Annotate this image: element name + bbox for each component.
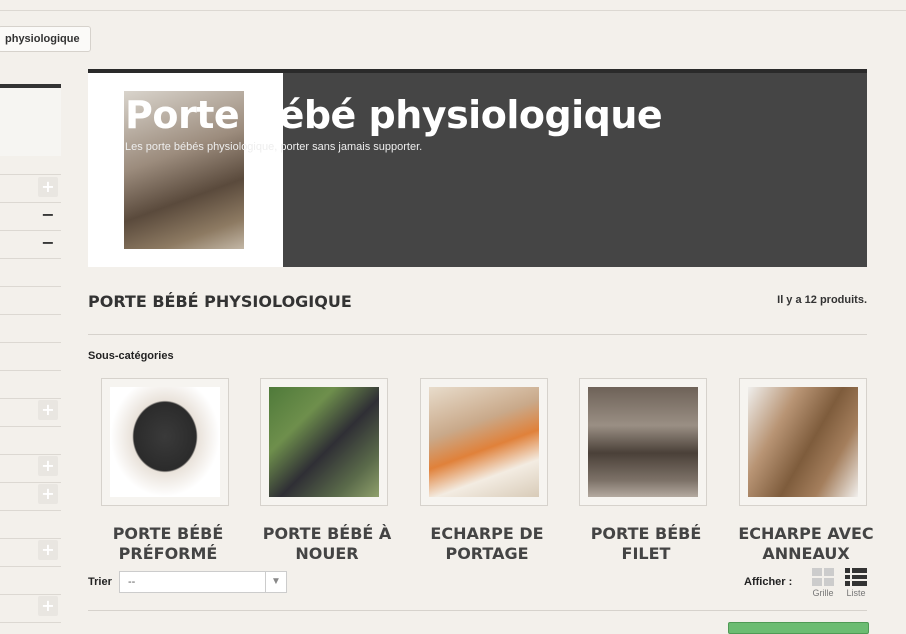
subcategory-image[interactable] bbox=[269, 387, 379, 497]
sidebar-divider bbox=[0, 230, 61, 231]
list-icon bbox=[845, 568, 867, 586]
sort-label: Trier bbox=[88, 576, 112, 588]
sidebar-expand-icon[interactable]: + bbox=[38, 596, 58, 616]
sidebar-divider bbox=[0, 594, 61, 595]
subcategory-name[interactable]: ECHARPE DE PORTAGE bbox=[407, 524, 567, 564]
top-divider bbox=[0, 10, 906, 11]
list-view-button[interactable]: Liste bbox=[843, 568, 869, 598]
subcategory-thumbnail[interactable] bbox=[101, 378, 229, 506]
category-banner: Porte bébé physiologique Les porte bébés… bbox=[88, 69, 867, 267]
sidebar-divider bbox=[0, 454, 61, 455]
sidebar-expand-icon[interactable]: + bbox=[38, 400, 58, 420]
subcategory-image[interactable] bbox=[429, 387, 539, 497]
sidebar-divider bbox=[0, 426, 61, 427]
sidebar-divider bbox=[0, 510, 61, 511]
category-heading: PORTE BÉBÉ PHYSIOLOGIQUE bbox=[88, 292, 352, 311]
subcategory-thumbnail[interactable] bbox=[260, 378, 388, 506]
subcategory-card[interactable]: PORTE BÉBÉ PRÉFORMÉ bbox=[88, 378, 248, 564]
bottom-divider bbox=[88, 610, 867, 611]
list-view-label: Liste bbox=[846, 588, 866, 598]
breadcrumb[interactable]: physiologique bbox=[0, 26, 91, 52]
sidebar-divider bbox=[0, 202, 61, 203]
sidebar-expand-icon[interactable]: + bbox=[38, 540, 58, 560]
subcategory-image[interactable] bbox=[588, 387, 698, 497]
subcategory-card[interactable]: ECHARPE AVEC ANNEAUX bbox=[726, 378, 886, 564]
subcategory-name[interactable]: ECHARPE AVEC ANNEAUX bbox=[726, 524, 886, 564]
subcategory-name[interactable]: PORTE BÉBÉ À NOUER bbox=[247, 524, 407, 564]
grid-icon bbox=[812, 568, 834, 586]
subcategory-image[interactable] bbox=[110, 387, 220, 497]
product-count: Il y a 12 produits. bbox=[777, 294, 867, 306]
sidebar-divider bbox=[0, 174, 61, 175]
subcategory-card[interactable]: PORTE BÉBÉ FILET bbox=[566, 378, 726, 564]
grid-view-button[interactable]: Grille bbox=[810, 568, 836, 598]
banner-subtitle: Les porte bébés physiologique, porter sa… bbox=[125, 141, 423, 153]
sort-select[interactable]: -- ▼ bbox=[119, 571, 287, 593]
sidebar-divider bbox=[0, 538, 61, 539]
sidebar-divider bbox=[0, 258, 61, 259]
grid-view-label: Grille bbox=[812, 588, 834, 598]
sidebar-header-block bbox=[0, 84, 61, 156]
subcategory-thumbnail[interactable] bbox=[579, 378, 707, 506]
subcategory-card[interactable]: PORTE BÉBÉ À NOUER bbox=[247, 378, 407, 564]
subcategory-card[interactable]: ECHARPE DE PORTAGE bbox=[407, 378, 567, 564]
sidebar-divider bbox=[0, 566, 61, 567]
subcategories-label: Sous-catégories bbox=[88, 350, 174, 362]
display-label: Afficher : bbox=[744, 576, 793, 588]
sidebar-collapse-icon[interactable]: − bbox=[38, 233, 58, 253]
subcategory-thumbnail[interactable] bbox=[739, 378, 867, 506]
subcategory-name[interactable]: PORTE BÉBÉ PRÉFORMÉ bbox=[88, 524, 248, 564]
sidebar-collapse-icon[interactable]: − bbox=[38, 205, 58, 225]
breadcrumb-current: physiologique bbox=[5, 33, 80, 45]
action-button[interactable] bbox=[728, 622, 869, 634]
sidebar-divider bbox=[0, 342, 61, 343]
subcategory-name[interactable]: PORTE BÉBÉ FILET bbox=[566, 524, 726, 564]
sort-select-value: -- bbox=[128, 576, 136, 588]
sidebar-divider bbox=[0, 622, 61, 623]
sidebar-divider bbox=[0, 286, 61, 287]
chevron-down-icon[interactable]: ▼ bbox=[265, 572, 286, 592]
sidebar-expand-icon[interactable]: + bbox=[38, 456, 58, 476]
subcategory-thumbnail[interactable] bbox=[420, 378, 548, 506]
sidebar-expand-icon[interactable]: + bbox=[38, 177, 58, 197]
sidebar-divider bbox=[0, 482, 61, 483]
heading-divider bbox=[88, 334, 867, 335]
sidebar-divider bbox=[0, 314, 61, 315]
sidebar-divider bbox=[0, 370, 61, 371]
banner-title: Porte bébé physiologique bbox=[125, 93, 663, 137]
sidebar-expand-icon[interactable]: + bbox=[38, 484, 58, 504]
subcategory-image[interactable] bbox=[748, 387, 858, 497]
sidebar-divider bbox=[0, 398, 61, 399]
